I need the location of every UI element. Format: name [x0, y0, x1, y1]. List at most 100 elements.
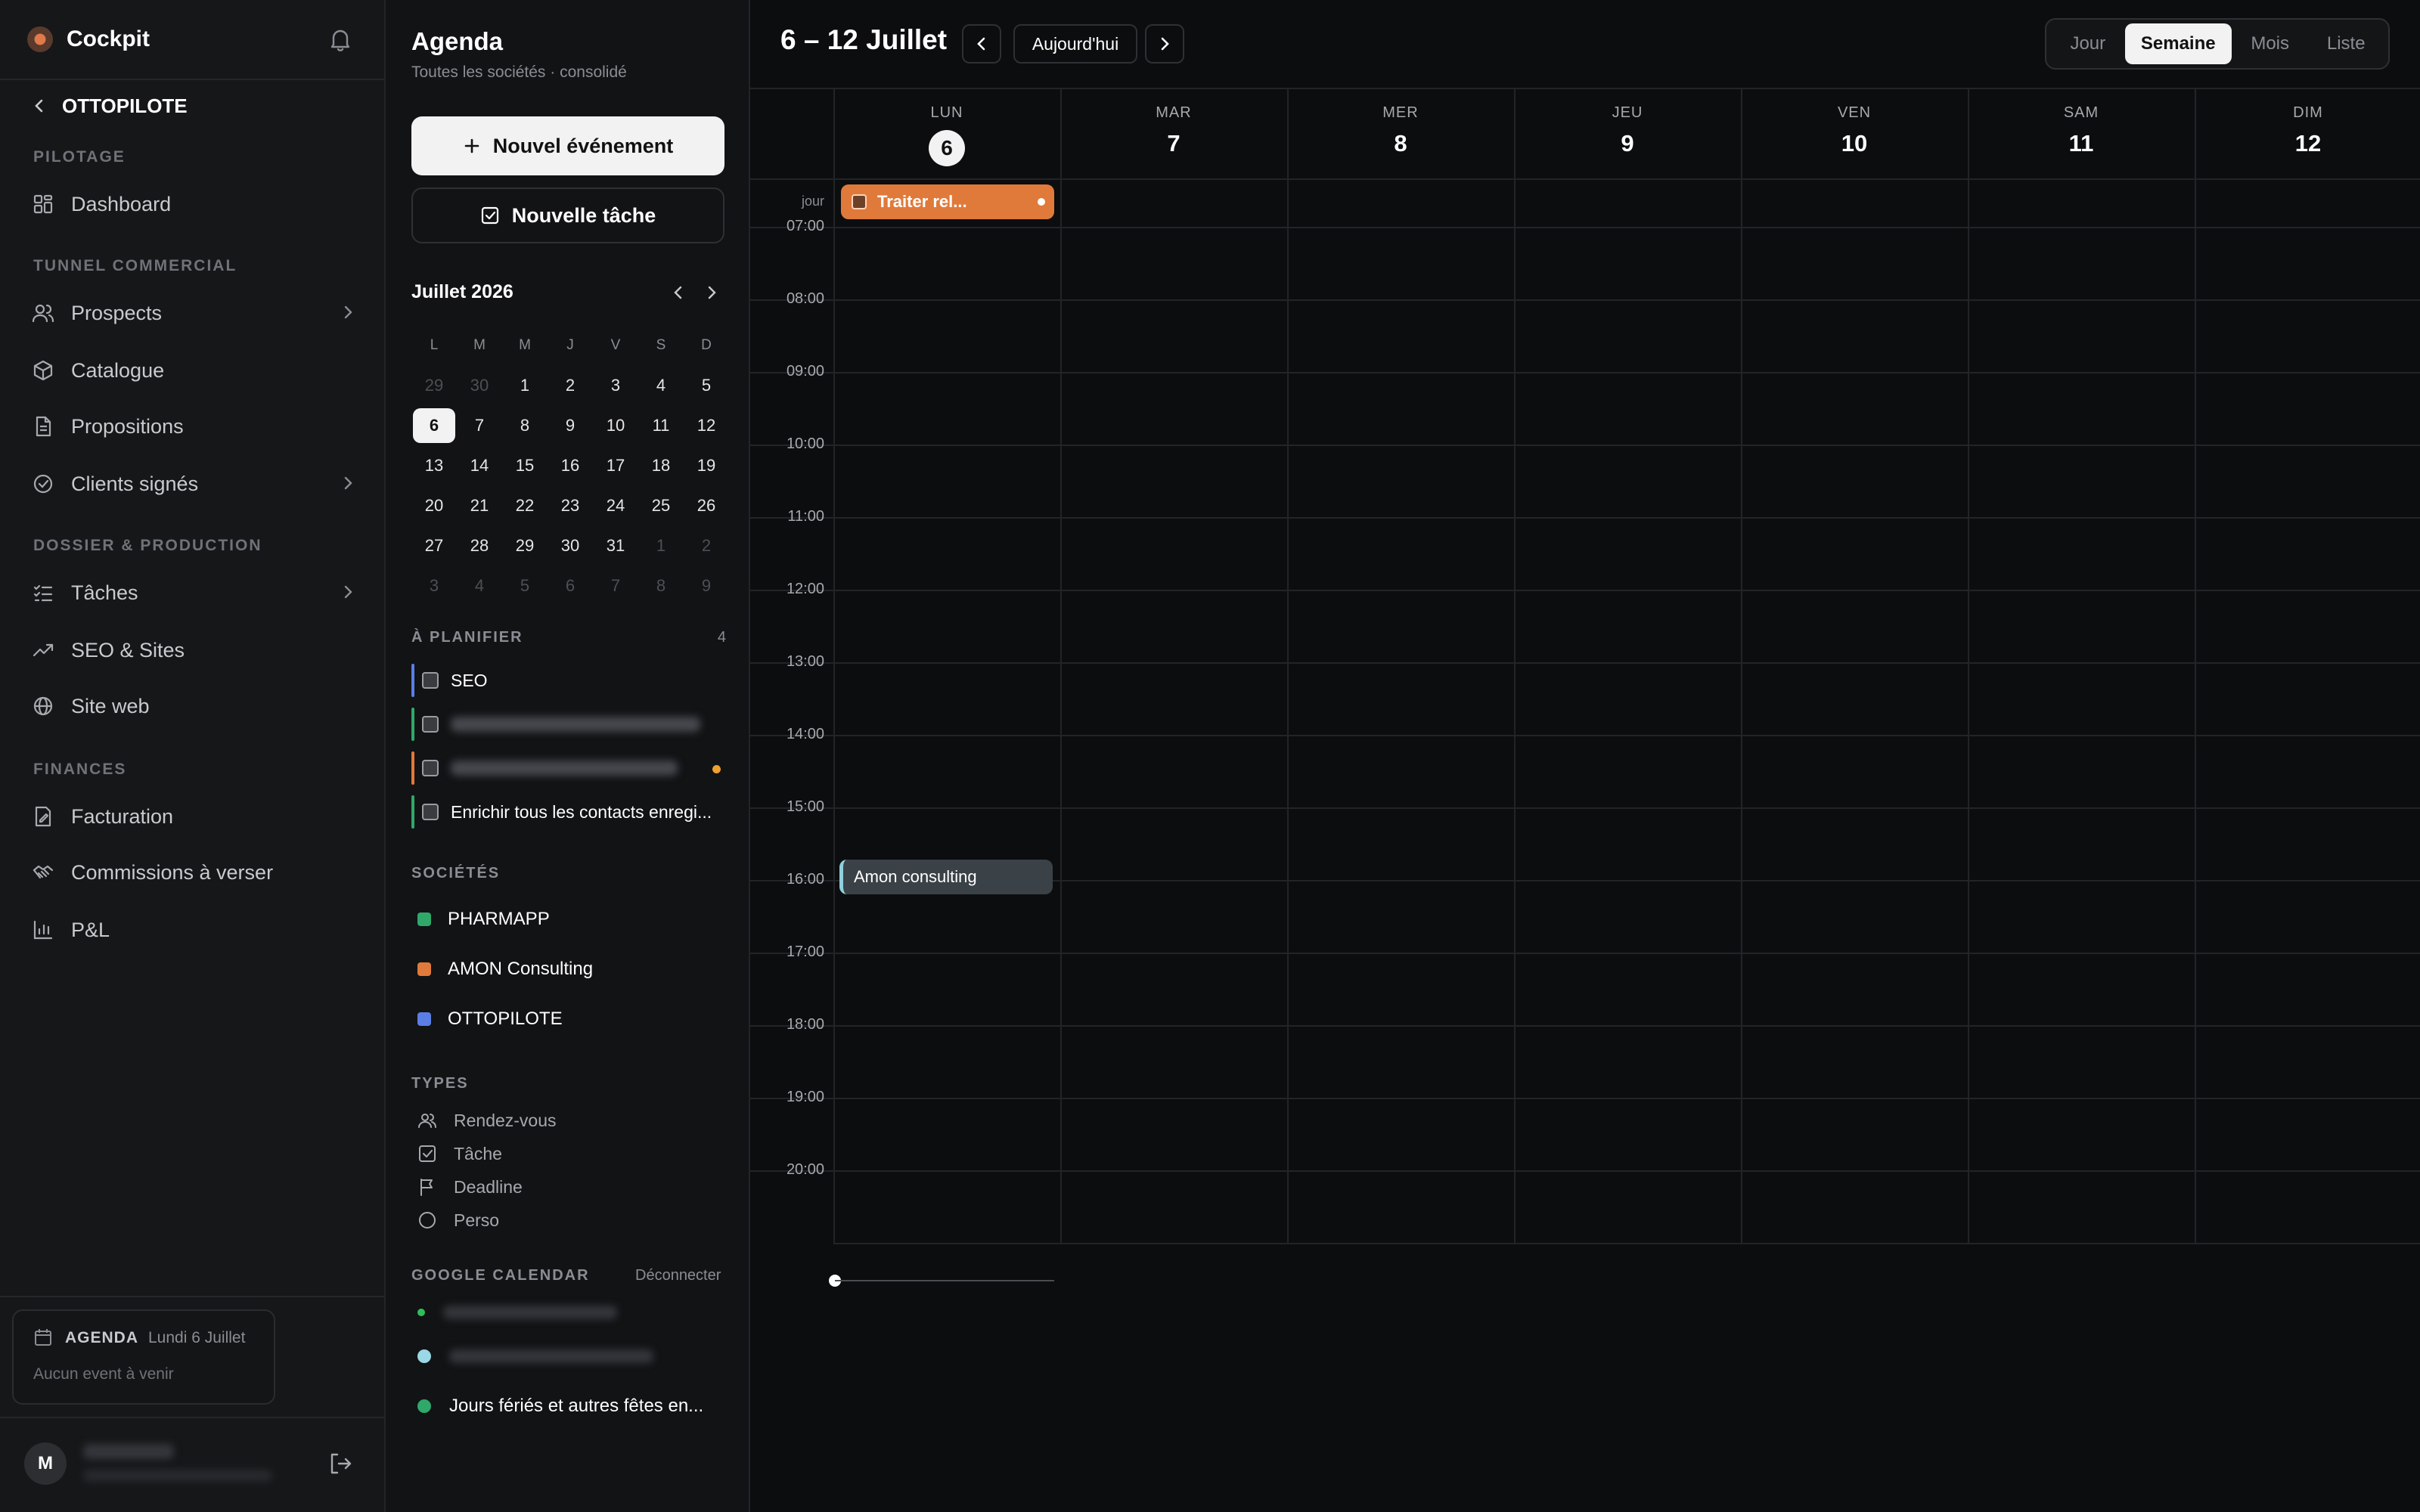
to-plan-item[interactable]: Enrichir tous les contacts enregi...	[411, 794, 724, 830]
mini-calendar-day[interactable]: 16	[548, 456, 593, 476]
to-plan-item[interactable]	[411, 750, 724, 786]
mini-calendar-day[interactable]: 13	[411, 456, 457, 476]
checkbox[interactable]	[422, 672, 439, 689]
mini-calendar-day[interactable]: 24	[593, 496, 638, 516]
mini-calendar-day[interactable]: 10	[593, 416, 638, 435]
mini-calendar-day[interactable]: 27	[411, 536, 457, 556]
mini-calendar-day[interactable]: 3	[411, 576, 457, 596]
mini-calendar-day[interactable]: 2	[548, 376, 593, 395]
next-week-button[interactable]	[1145, 24, 1184, 64]
mini-calendar-day[interactable]: 20	[411, 496, 457, 516]
mini-calendar-day[interactable]: 9	[548, 416, 593, 435]
to-plan-item[interactable]	[411, 706, 724, 742]
mini-calendar-day[interactable]: 11	[638, 416, 684, 435]
mini-calendar-day[interactable]: 5	[684, 376, 729, 395]
google-calendar-item[interactable]	[417, 1341, 653, 1371]
sidebar-item-pnl[interactable]: P&L	[32, 910, 357, 950]
sidebar-item-site-web[interactable]: Site web	[32, 686, 357, 726]
checkbox[interactable]	[422, 760, 439, 776]
view-semaine-button[interactable]: Semaine	[2124, 23, 2232, 64]
mini-calendar-day[interactable]: 1	[638, 536, 684, 556]
mini-calendar-day-selected[interactable]: 6	[411, 407, 457, 443]
mini-calendar-day[interactable]: 30	[457, 376, 502, 395]
mini-calendar-day[interactable]: 25	[638, 496, 684, 516]
mini-calendar-day[interactable]: 8	[502, 416, 548, 435]
to-plan-item[interactable]: SEO	[411, 662, 724, 699]
item-color-bar	[411, 795, 414, 829]
mini-calendar-day[interactable]: 12	[684, 416, 729, 435]
mini-calendar-day[interactable]: 18	[638, 456, 684, 476]
google-disconnect-link[interactable]: Déconnecter	[635, 1267, 721, 1284]
mini-calendar-day[interactable]: 1	[502, 376, 548, 395]
type-filter-deadline[interactable]: Deadline	[417, 1172, 523, 1202]
mini-calendar-day[interactable]: 30	[548, 536, 593, 556]
sidebar-item-dashboard[interactable]: Dashboard	[32, 184, 357, 224]
mini-calendar-day[interactable]: 7	[593, 576, 638, 596]
day-header-ven[interactable]: VEN 10	[1741, 88, 1968, 180]
today-button[interactable]: Aujourd'hui	[1013, 24, 1137, 64]
avatar[interactable]: M	[24, 1442, 67, 1485]
mini-calendar-day[interactable]: 15	[502, 456, 548, 476]
timed-event[interactable]: Amon consulting	[839, 860, 1053, 894]
view-jour-button[interactable]: Jour	[2051, 23, 2125, 64]
day-header-sam[interactable]: SAM 11	[1968, 88, 2195, 180]
company-filter-pharmapp[interactable]: PHARMAPP	[417, 903, 550, 936]
mini-calendar-day[interactable]: 21	[457, 496, 502, 516]
mini-calendar-day[interactable]: 3	[593, 376, 638, 395]
agenda-summary-card[interactable]: AGENDA Lundi 6 Juillet Aucun event à ven…	[12, 1309, 275, 1405]
mini-calendar-day[interactable]: 6	[548, 576, 593, 596]
new-task-button[interactable]: Nouvelle tâche	[411, 187, 724, 243]
day-header-mer[interactable]: MER 8	[1287, 88, 1514, 180]
bell-icon[interactable]	[325, 24, 355, 54]
mini-calendar-prev-icon[interactable]	[667, 281, 690, 304]
mini-calendar-day[interactable]: 28	[457, 536, 502, 556]
sidebar-item-commissions[interactable]: Commissions à verser	[32, 853, 357, 892]
mini-calendar-day[interactable]: 5	[502, 576, 548, 596]
mini-calendar-day[interactable]: 2	[684, 536, 729, 556]
company-filter-amon[interactable]: AMON Consulting	[417, 953, 593, 986]
checkbox[interactable]	[422, 716, 439, 733]
mini-calendar-day[interactable]: 31	[593, 536, 638, 556]
mini-calendar-day[interactable]: 19	[684, 456, 729, 476]
mini-calendar-day[interactable]: 8	[638, 576, 684, 596]
back-to-workspace[interactable]: OTTOPILOTE	[30, 91, 188, 121]
sidebar-item-catalogue[interactable]: Catalogue	[32, 351, 357, 390]
new-event-button[interactable]: Nouvel événement	[411, 116, 724, 175]
view-liste-button[interactable]: Liste	[2308, 23, 2384, 64]
sidebar-item-taches[interactable]: Tâches	[32, 573, 357, 612]
mini-calendar-next-icon[interactable]	[700, 281, 723, 304]
mini-calendar-day[interactable]: 7	[457, 416, 502, 435]
mini-calendar-day[interactable]: 26	[684, 496, 729, 516]
view-mois-button[interactable]: Mois	[2232, 23, 2309, 64]
mini-calendar-day[interactable]: 9	[684, 576, 729, 596]
company-filter-ottopilote[interactable]: OTTOPILOTE	[417, 1002, 563, 1036]
day-header-dim[interactable]: DIM 12	[2195, 88, 2420, 180]
sidebar-item-seo[interactable]: SEO & Sites	[32, 631, 357, 670]
type-filter-rendez-vous[interactable]: Rendez-vous	[417, 1105, 557, 1136]
google-calendar-item[interactable]: Jours fériés et autres fêtes en...	[417, 1391, 703, 1421]
mini-calendar-day[interactable]: 4	[457, 576, 502, 596]
mini-calendar-day[interactable]: 23	[548, 496, 593, 516]
logout-icon[interactable]	[327, 1450, 354, 1477]
mini-calendar-day[interactable]: 29	[411, 376, 457, 395]
sidebar-item-propositions[interactable]: Propositions	[32, 407, 357, 446]
sidebar-item-clients[interactable]: Clients signés	[32, 464, 357, 503]
type-filter-tache[interactable]: Tâche	[417, 1139, 502, 1169]
mini-calendar-day[interactable]: 22	[502, 496, 548, 516]
mini-calendar-day[interactable]: 4	[638, 376, 684, 395]
mini-calendar-day[interactable]: 29	[502, 536, 548, 556]
day-header-mar[interactable]: MAR 7	[1060, 88, 1287, 180]
sidebar-item-facturation[interactable]: Facturation	[32, 797, 357, 836]
day-header-jeu[interactable]: JEU 9	[1514, 88, 1741, 180]
event-checkbox[interactable]	[852, 194, 867, 209]
brand[interactable]: Cockpit	[27, 23, 150, 56]
type-filter-perso[interactable]: Perso	[417, 1205, 499, 1235]
day-header-lun[interactable]: LUN 6	[833, 88, 1060, 180]
prev-week-button[interactable]	[962, 24, 1001, 64]
mini-calendar-day[interactable]: 14	[457, 456, 502, 476]
allday-event[interactable]: Traiter rel...	[841, 184, 1054, 219]
mini-calendar-day[interactable]: 17	[593, 456, 638, 476]
google-calendar-item[interactable]	[417, 1297, 617, 1328]
sidebar-item-prospects[interactable]: Prospects	[32, 293, 357, 333]
checkbox[interactable]	[422, 804, 439, 820]
